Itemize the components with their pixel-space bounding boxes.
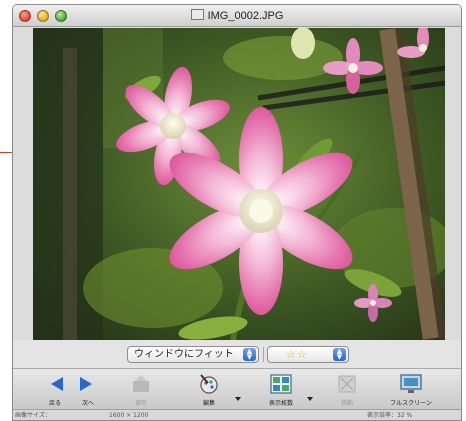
save-button[interactable]: 保存 bbox=[119, 373, 163, 407]
image-size-label: 画像サイズ： bbox=[15, 412, 51, 419]
right-arrow-icon bbox=[80, 377, 92, 391]
move-button[interactable]: 移動 bbox=[325, 373, 369, 407]
popup-arrows-icon: ▲ ▼ bbox=[243, 348, 256, 361]
title-bar[interactable]: IMG_0002.JPG bbox=[13, 5, 461, 27]
display-count-button[interactable]: 表示枚数 bbox=[259, 373, 303, 407]
next-button[interactable]: 次へ bbox=[66, 373, 110, 407]
viewer-window: IMG_0002.JPG ウィンドウにフィット ▲ ▼ ☆☆ ▲ ▼ 戻る 次へ… bbox=[12, 4, 462, 421]
image-size-value: 1600 × 1200 bbox=[109, 412, 149, 419]
rating-value: ☆☆ bbox=[286, 348, 308, 361]
window-title-area: IMG_0002.JPG bbox=[13, 9, 461, 22]
controls-divider bbox=[263, 347, 264, 362]
display-count-dropdown-icon[interactable] bbox=[307, 397, 313, 401]
fit-mode-value: ウィンドウにフィット bbox=[134, 349, 234, 360]
view-controls: ウィンドウにフィット ▲ ▼ ☆☆ ▲ ▼ bbox=[13, 340, 461, 368]
edit-dropdown-icon[interactable] bbox=[235, 397, 241, 401]
fullscreen-label: フルスクリーン bbox=[390, 400, 432, 407]
grid-view-icon bbox=[270, 374, 292, 394]
status-bar: 画像サイズ： 1600 × 1200 表示倍率：32 % bbox=[13, 410, 461, 420]
display-count-label: 表示枚数 bbox=[268, 400, 293, 407]
fullscreen-icon bbox=[400, 374, 422, 393]
window-title: IMG_0002.JPG bbox=[207, 10, 284, 22]
save-label: 保存 bbox=[134, 400, 147, 407]
jpeg-file-icon bbox=[190, 9, 204, 20]
move-icon bbox=[338, 375, 356, 393]
edit-label: 編集 bbox=[202, 400, 215, 407]
clematis-photo bbox=[33, 28, 445, 340]
palette-icon bbox=[200, 374, 218, 394]
save-icon bbox=[133, 375, 149, 392]
fullscreen-button[interactable]: フルスクリーン bbox=[389, 373, 433, 407]
image-view[interactable] bbox=[33, 28, 445, 340]
edit-button[interactable]: 編集 bbox=[187, 373, 231, 407]
zoom-level: 表示倍率：32 % bbox=[367, 412, 413, 419]
next-label: 次へ bbox=[81, 400, 94, 407]
rating-popup[interactable]: ☆☆ ▲ ▼ bbox=[267, 346, 349, 363]
move-label: 移動 bbox=[340, 400, 353, 407]
toolbar: 戻る 次へ 保存 編集 表示枚数 移動 フルスクリーン bbox=[13, 368, 461, 410]
fit-mode-popup[interactable]: ウィンドウにフィット ▲ ▼ bbox=[127, 346, 259, 363]
popup-arrows-icon: ▲ ▼ bbox=[333, 348, 346, 361]
